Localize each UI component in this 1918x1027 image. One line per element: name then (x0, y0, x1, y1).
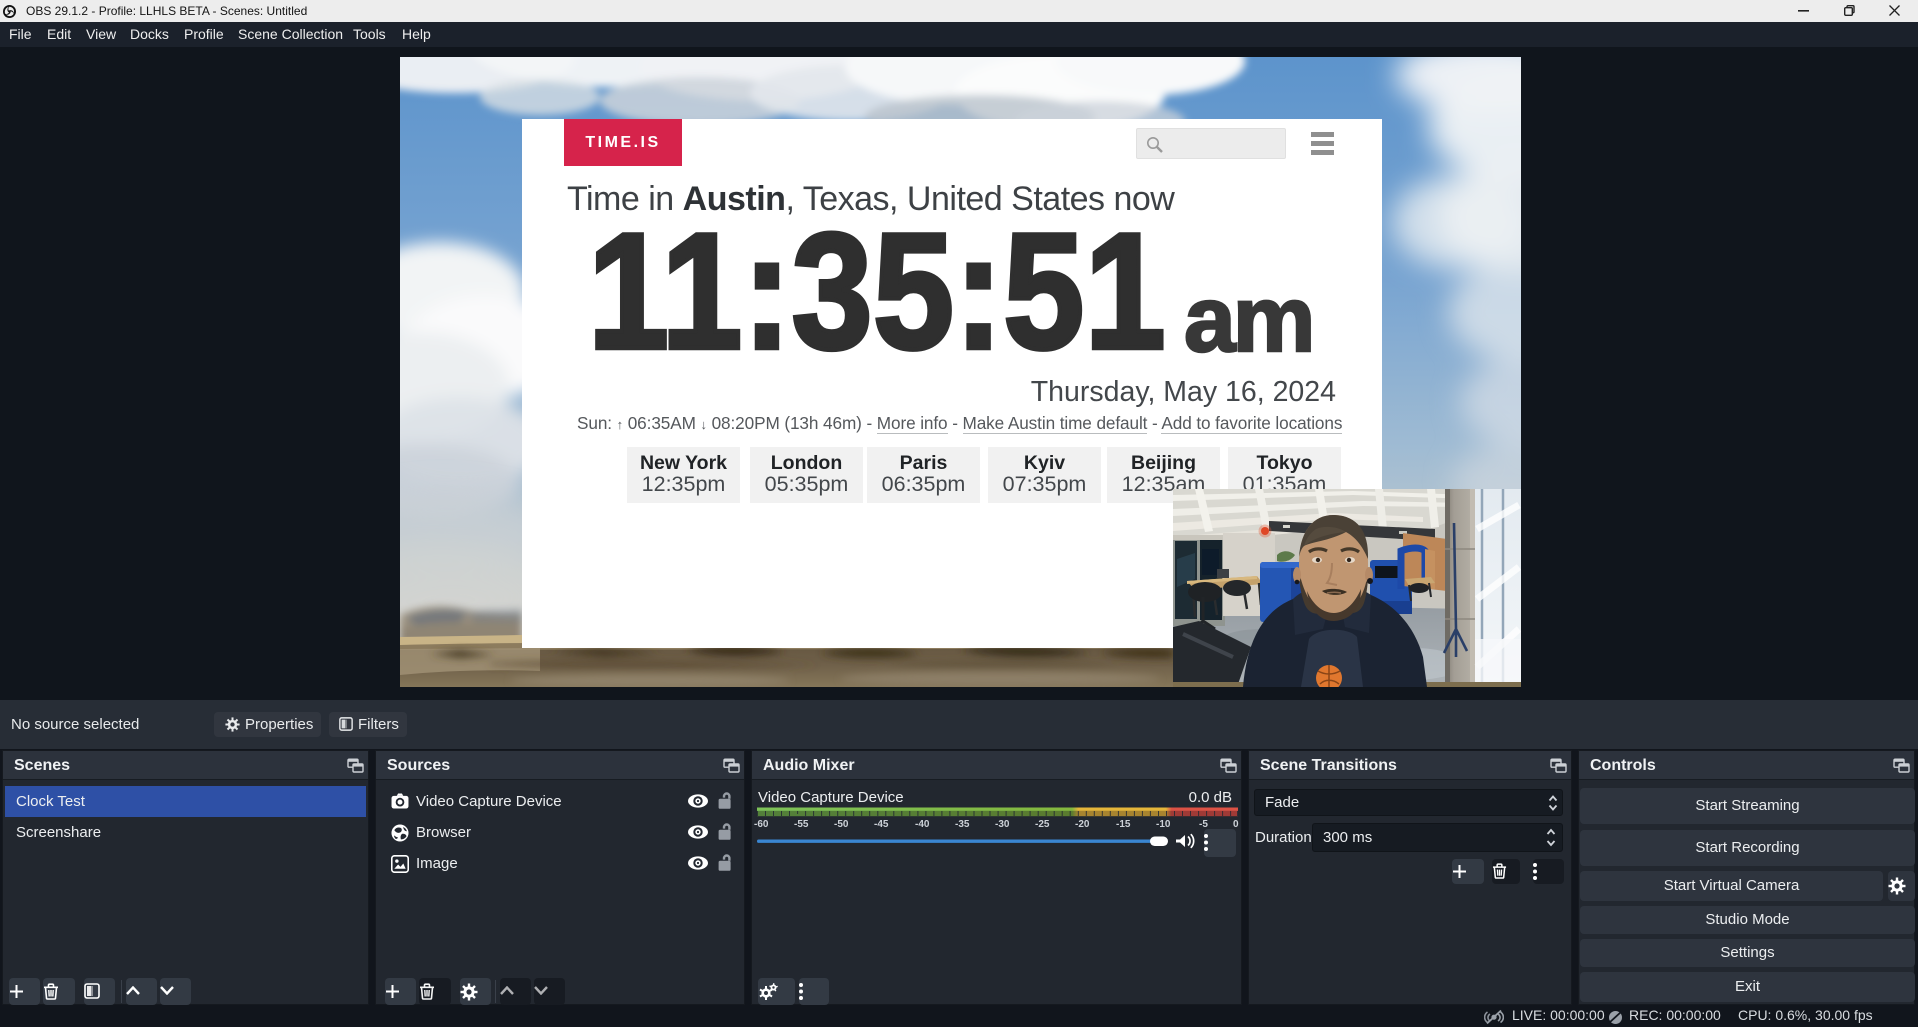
svg-text:-60: -60 (754, 819, 769, 829)
svg-text:-45: -45 (874, 819, 889, 829)
svg-text:-25: -25 (1035, 819, 1050, 829)
svg-text:-55: -55 (794, 819, 809, 829)
svg-text:-5: -5 (1199, 819, 1208, 829)
svg-text:-35: -35 (955, 819, 970, 829)
svg-text:0: 0 (1233, 819, 1239, 829)
svg-text:-20: -20 (1075, 819, 1090, 829)
svg-text:-50: -50 (834, 819, 849, 829)
svg-text:-15: -15 (1116, 819, 1131, 829)
svg-text:-40: -40 (915, 819, 930, 829)
svg-text:-10: -10 (1156, 819, 1171, 829)
svg-text:-30: -30 (995, 819, 1010, 829)
